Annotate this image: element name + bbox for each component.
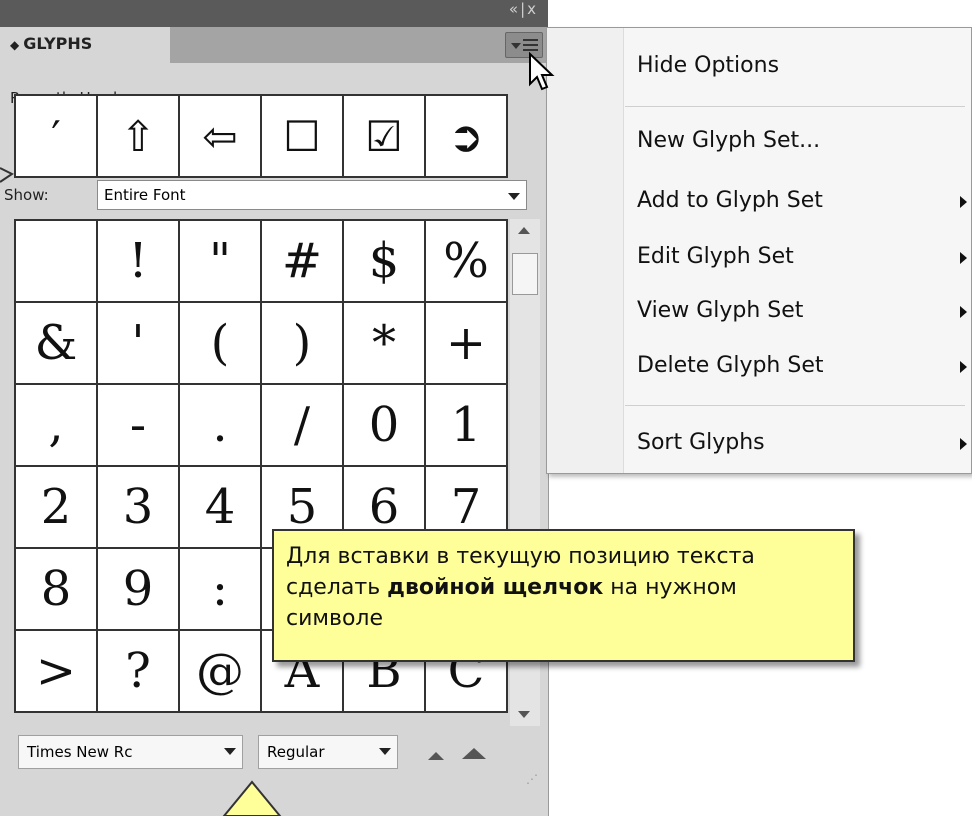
callout-line-1: Для вставки в текущую позицию текста <box>286 544 755 569</box>
show-label: Show: <box>4 186 49 204</box>
tab-glyphs[interactable]: ◆ GLYPHS <box>0 27 170 63</box>
glyph-cell[interactable]: / <box>260 383 344 467</box>
chevron-down-icon <box>379 748 391 755</box>
chevron-down-icon <box>508 193 520 200</box>
collapse-close-icon[interactable]: «|x <box>509 0 538 18</box>
zoom-out-icon[interactable] <box>428 752 444 760</box>
resize-grip-icon[interactable]: ⋰ <box>526 772 538 786</box>
recent-glyph[interactable]: ☐ <box>260 94 344 178</box>
glyph-cell[interactable]: 2 <box>14 465 98 549</box>
panel-menu-icon <box>511 43 521 49</box>
recent-glyph[interactable]: ➲ <box>424 94 508 178</box>
recent-glyph[interactable]: ⇧ <box>96 94 180 178</box>
glyph-cell[interactable]: 8 <box>14 547 98 631</box>
font-style-value: Regular <box>267 743 325 761</box>
glyph-cell[interactable]: . <box>178 383 262 467</box>
glyph-cell[interactable]: 0 <box>342 383 426 467</box>
menu-item-delete-glyph-set[interactable]: Delete Glyph Set <box>637 353 823 378</box>
menu-lines-icon <box>523 39 538 51</box>
glyph-cell[interactable]: 3 <box>96 465 180 549</box>
submenu-arrow-icon <box>960 306 967 318</box>
glyph-cell[interactable]: ? <box>96 629 180 713</box>
glyph-cell[interactable]: * <box>342 301 426 385</box>
menu-item-new-glyph-set[interactable]: New Glyph Set... <box>637 128 820 153</box>
zoom-in-icon[interactable] <box>462 748 486 759</box>
glyph-cell[interactable]: ( <box>178 301 262 385</box>
glyph-cell[interactable]: - <box>96 383 180 467</box>
callout-text: сделать <box>286 575 388 600</box>
glyph-cell[interactable]: , <box>14 383 98 467</box>
menu-item-hide-options[interactable]: Hide Options <box>637 53 779 78</box>
glyph-cell[interactable]: ' <box>96 301 180 385</box>
glyph-cell[interactable]: # <box>260 219 344 303</box>
callout-line-2: сделать двойной щелчок на нужном <box>286 572 841 603</box>
font-style-select[interactable]: Regular <box>258 735 398 769</box>
scroll-up-icon[interactable] <box>518 227 530 234</box>
chevron-down-icon <box>224 748 236 755</box>
submenu-arrow-icon <box>960 252 967 264</box>
scroll-thumb[interactable] <box>512 253 538 295</box>
glyph-cell[interactable]: @ <box>178 629 262 713</box>
menu-item-edit-glyph-set[interactable]: Edit Glyph Set <box>637 244 794 269</box>
font-family-value: Times New Rc <box>27 743 133 761</box>
recent-glyph[interactable]: ′ <box>14 94 98 178</box>
menu-item-view-glyph-set[interactable]: View Glyph Set <box>637 298 803 323</box>
glyph-cell[interactable]: " <box>178 219 262 303</box>
callout-pointer <box>222 780 282 816</box>
panel-flyout-menu: Hide Options New Glyph Set... Add to Gly… <box>546 27 972 474</box>
glyph-cell[interactable]: 9 <box>96 547 180 631</box>
glyph-cell[interactable]: + <box>424 301 508 385</box>
tab-expand-icon[interactable]: ◆ <box>10 38 19 52</box>
glyph-cell[interactable]: & <box>14 301 98 385</box>
recent-glyph[interactable]: ⇦ <box>178 94 262 178</box>
glyph-cell[interactable]: ) <box>260 301 344 385</box>
recent-glyph[interactable]: ☑ <box>342 94 426 178</box>
submenu-arrow-icon <box>960 361 967 373</box>
font-family-select[interactable]: Times New Rc <box>18 735 243 769</box>
panel-titlebar: «|x <box>0 0 548 27</box>
show-select[interactable]: Entire Font <box>97 180 527 210</box>
callout-pointer <box>0 167 14 183</box>
menu-icon-gutter <box>547 28 624 473</box>
callout-line-3: символе <box>286 606 384 631</box>
tooltip-callout: Для вставки в текущую позицию текста сде… <box>272 529 855 662</box>
glyph-cell[interactable]: > <box>14 629 98 713</box>
glyph-cell[interactable]: 4 <box>178 465 262 549</box>
menu-separator <box>625 106 965 107</box>
mouse-pointer-icon <box>529 52 555 91</box>
callout-text: на нужном <box>603 575 737 600</box>
glyph-cell[interactable]: ! <box>96 219 180 303</box>
menu-item-sort-glyphs[interactable]: Sort Glyphs <box>637 430 765 455</box>
callout-emphasis: двойной щелчок <box>387 575 604 600</box>
glyph-cell[interactable] <box>14 219 98 303</box>
submenu-arrow-icon <box>960 196 967 208</box>
glyph-cell[interactable]: : <box>178 547 262 631</box>
glyph-cell[interactable]: 1 <box>424 383 508 467</box>
panel-tabstrip: ◆ GLYPHS <box>0 27 548 63</box>
scroll-down-icon[interactable] <box>518 711 530 718</box>
submenu-arrow-icon <box>960 438 967 450</box>
recently-used-grid: ′ ⇧ ⇦ ☐ ☑ ➲ <box>14 94 508 178</box>
show-select-value: Entire Font <box>104 186 186 204</box>
menu-item-add-to-glyph-set[interactable]: Add to Glyph Set <box>637 188 823 213</box>
glyph-cell[interactable]: % <box>424 219 508 303</box>
menu-separator <box>625 405 965 406</box>
glyph-cell[interactable]: $ <box>342 219 426 303</box>
tab-glyphs-label: GLYPHS <box>23 34 93 53</box>
